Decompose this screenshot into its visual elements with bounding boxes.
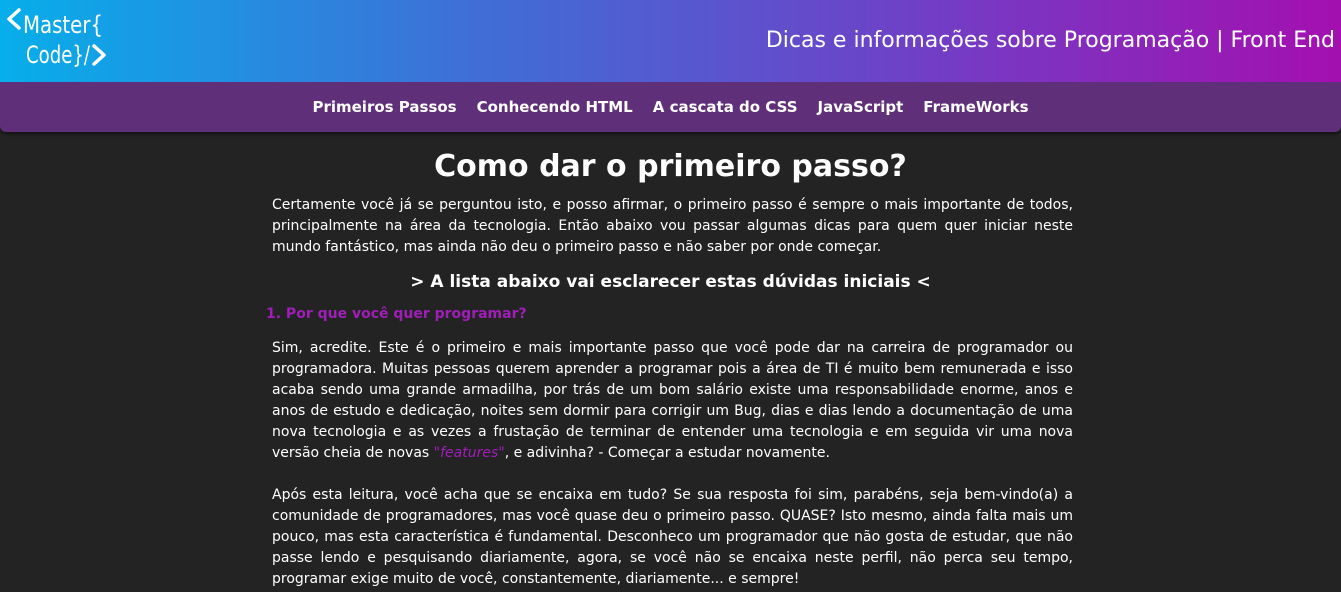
section-heading: 1. Por que você quer programar? [266, 306, 527, 322]
site-title: Dicas e informações sobre Programação | … [765, 28, 1335, 53]
nav-item-cascata-css[interactable]: A cascata do CSS [653, 98, 798, 116]
nav-item-primeiros-passos[interactable]: Primeiros Passos [312, 98, 456, 116]
svg-text:Code}/: Code}/ [26, 41, 91, 69]
master-code-logo[interactable]: Master{ Code}/ [6, 4, 114, 70]
intro-paragraph: Certamente você já se perguntou isto, e … [272, 197, 1073, 255]
section-paragraph-2: Após esta leitura, você acha que se enca… [272, 487, 1073, 587]
section-paragraph-1: Sim, acredite. Este é o primeiro e mais … [272, 338, 1073, 464]
paragraph-text: Sim, acredite. Este é o primeiro e mais … [272, 340, 1073, 461]
list-subtitle: > A lista abaixo vai esclarecer estas dú… [410, 272, 931, 292]
main-nav: Primeiros Passos Conhecendo HTML A casca… [0, 82, 1341, 132]
article: Como dar o primeiro passo? Certamente vo… [0, 132, 1341, 590]
svg-text:Master{: Master{ [23, 11, 103, 39]
page-title: Como dar o primeiro passo? [434, 149, 907, 184]
site-header: Master{ Code}/ Dicas e informações sobre… [0, 0, 1341, 82]
nav-item-javascript[interactable]: JavaScript [818, 98, 904, 116]
nav-item-frameworks[interactable]: FrameWorks [923, 98, 1028, 116]
features-highlight: "features" [433, 445, 505, 461]
paragraph-text-end: , e adivinha? - Começar a estudar novame… [504, 445, 830, 461]
nav-item-conhecendo-html[interactable]: Conhecendo HTML [477, 98, 633, 116]
